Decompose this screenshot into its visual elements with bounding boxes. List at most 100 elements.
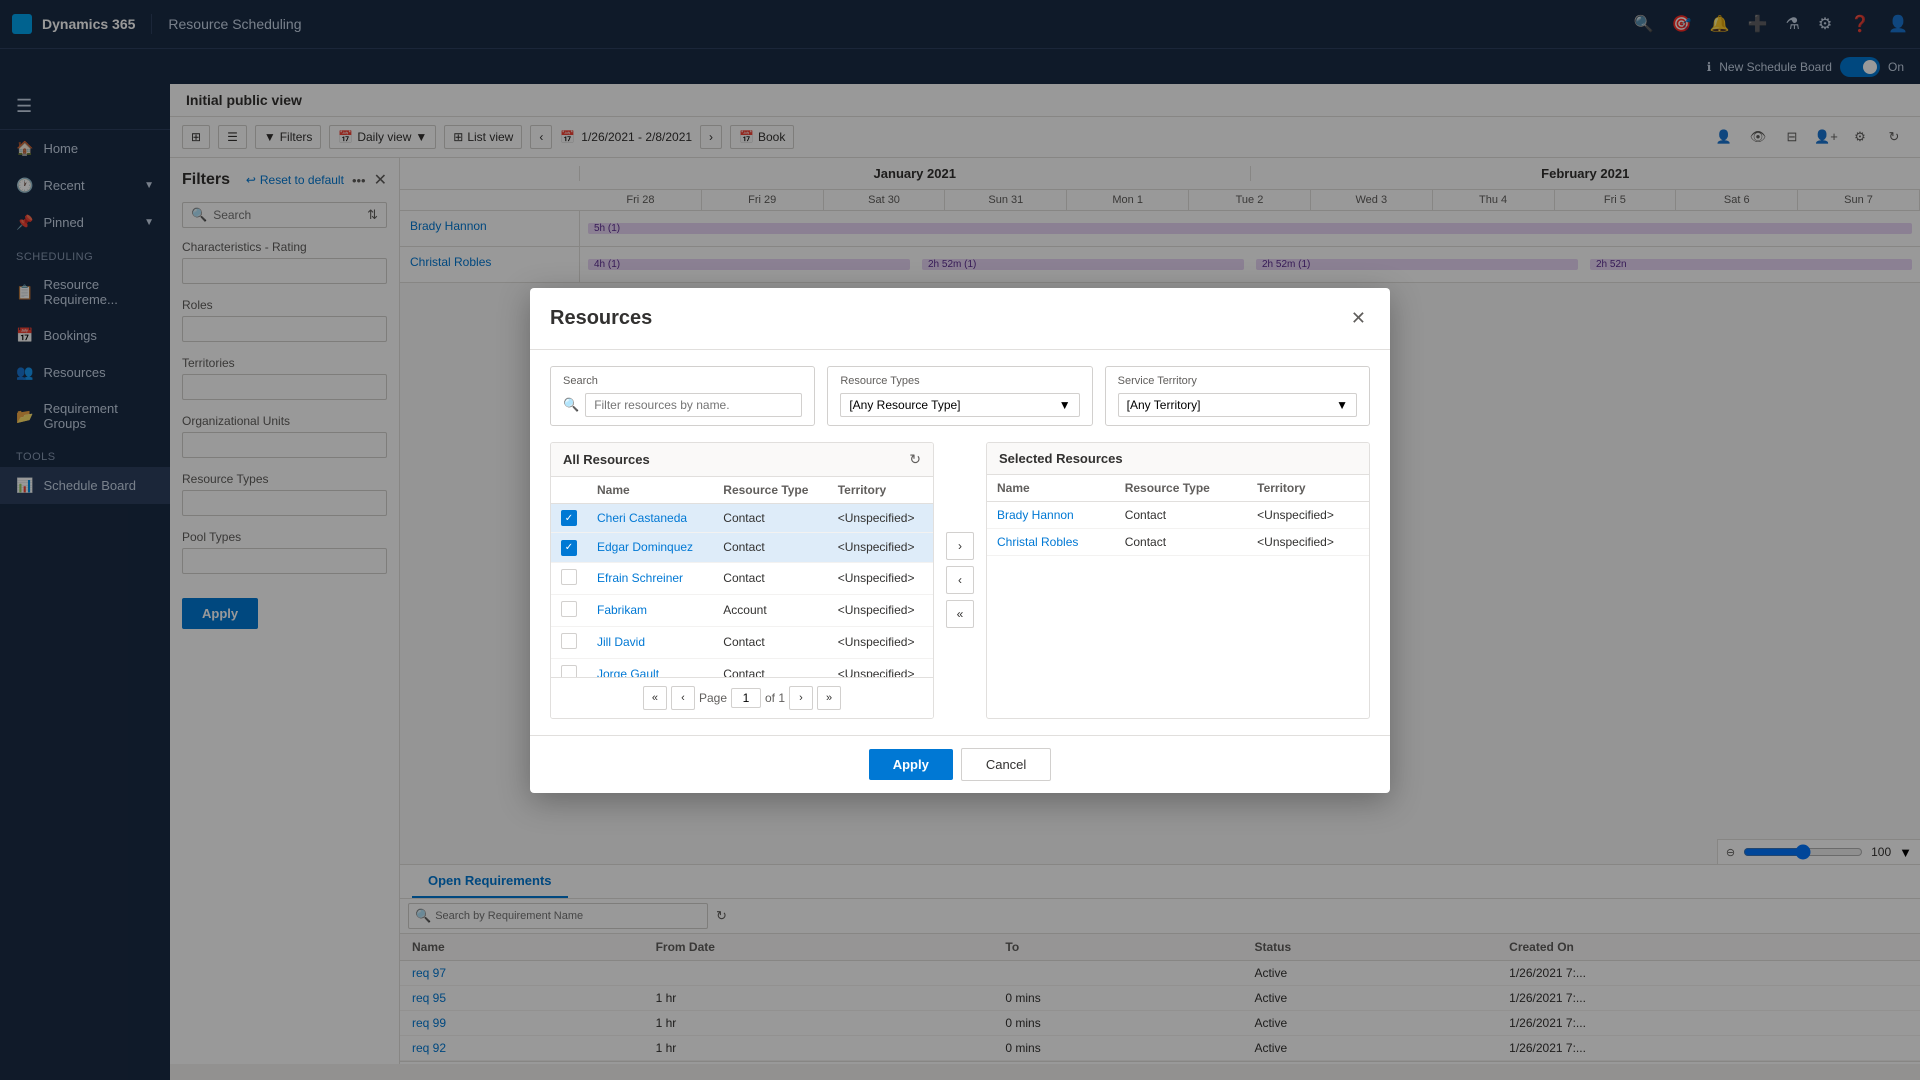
modal-header: Resources ✕ (530, 288, 1390, 350)
table-row: Jorge Gault Contact <Unspecified> (551, 658, 933, 677)
first-page-btn[interactable]: « (643, 686, 667, 710)
modal-footer: Apply Cancel (530, 735, 1390, 793)
modal-resource-types-select[interactable]: [Any Resource Type] ▼ (840, 393, 1079, 417)
checked-icon-2: ✓ (561, 540, 577, 556)
modal-service-territory-select[interactable]: [Any Territory] ▼ (1118, 393, 1357, 417)
resource-link-efrain[interactable]: Efrain Schreiner (597, 571, 683, 585)
col-all-territory: Territory (828, 477, 933, 504)
transfer-buttons: › ‹ « (942, 442, 978, 719)
transfer-left-btn[interactable]: ‹ (946, 566, 974, 594)
all-resources-panel: All Resources ↻ Name Resource Type Terri… (550, 442, 934, 719)
modal-search-label: Search (563, 375, 802, 387)
modal-title: Resources (550, 307, 652, 330)
checkbox-cheri[interactable]: ✓ (551, 503, 587, 533)
resource-link-edgar[interactable]: Edgar Dominquez (597, 540, 693, 554)
checkbox-fabrikam[interactable] (551, 594, 587, 626)
checkbox-edgar[interactable]: ✓ (551, 533, 587, 563)
unchecked-icon-4 (561, 665, 577, 677)
sel-territory-christal: <Unspecified> (1247, 528, 1369, 555)
modal-service-territory-box: Service Territory [Any Territory] ▼ (1105, 366, 1370, 426)
all-resources-pagination: « ‹ Page of 1 › » (551, 677, 933, 718)
territory-jorge: <Unspecified> (828, 658, 933, 677)
unchecked-icon-3 (561, 633, 577, 649)
territory-fabrikam: <Unspecified> (828, 594, 933, 626)
type-fabrikam: Account (713, 594, 827, 626)
page-input[interactable] (731, 688, 761, 708)
all-resources-header: All Resources ↻ (551, 443, 933, 477)
type-efrain: Contact (713, 562, 827, 594)
territory-edgar: <Unspecified> (828, 533, 933, 563)
table-row: Fabrikam Account <Unspecified> (551, 594, 933, 626)
modal-search-input-wrap: 🔍 (563, 393, 802, 417)
all-resources-table: Name Resource Type Territory ✓ (551, 477, 933, 677)
table-row: Christal Robles Contact <Unspecified> (987, 528, 1369, 555)
modal-resource-types-box: Resource Types [Any Resource Type] ▼ (827, 366, 1092, 426)
refresh-all-resources-icon[interactable]: ↻ (909, 451, 921, 468)
checkbox-efrain[interactable] (551, 562, 587, 594)
resource-types-value: [Any Resource Type] (849, 398, 960, 412)
territory-cheri: <Unspecified> (828, 503, 933, 533)
col-sel-type: Resource Type (1115, 475, 1247, 502)
checkbox-jorge[interactable] (551, 658, 587, 677)
all-resources-table-scroll: Name Resource Type Territory ✓ (551, 477, 933, 677)
sel-resource-link-brady[interactable]: Brady Hannon (997, 508, 1074, 522)
type-cheri: Contact (713, 503, 827, 533)
sel-territory-brady: <Unspecified> (1247, 501, 1369, 528)
territory-jill: <Unspecified> (828, 626, 933, 658)
col-checkbox (551, 477, 587, 504)
modal-body: Search 🔍 Resource Types [Any Resource Ty… (530, 350, 1390, 735)
selected-resources-header: Selected Resources (987, 443, 1369, 475)
table-row: ✓ Edgar Dominquez Contact <Unspecified> (551, 533, 933, 563)
resource-link-jill[interactable]: Jill David (597, 635, 645, 649)
transfer-all-left-btn[interactable]: « (946, 600, 974, 628)
modal-close-btn[interactable]: ✕ (1347, 304, 1370, 333)
checked-icon: ✓ (561, 510, 577, 526)
prev-page-btn[interactable]: ‹ (671, 686, 695, 710)
resources-list-area: All Resources ↻ Name Resource Type Terri… (550, 442, 1370, 719)
sel-type-brady: Contact (1115, 501, 1247, 528)
chevron-down-territory: ▼ (1336, 398, 1348, 412)
last-page-btn[interactable]: » (817, 686, 841, 710)
table-row: Jill David Contact <Unspecified> (551, 626, 933, 658)
selected-resources-table-scroll: Name Resource Type Territory Brady Hanno… (987, 475, 1369, 556)
table-row: Efrain Schreiner Contact <Unspecified> (551, 562, 933, 594)
col-all-type: Resource Type (713, 477, 827, 504)
unchecked-icon (561, 569, 577, 585)
of-pages-label: of 1 (765, 691, 785, 705)
col-sel-name: Name (987, 475, 1115, 502)
territory-efrain: <Unspecified> (828, 562, 933, 594)
selected-resources-panel: Selected Resources Name Resource Type Te… (986, 442, 1370, 719)
resource-link-cheri[interactable]: Cheri Castaneda (597, 511, 687, 525)
modal-search-box: Search 🔍 (550, 366, 815, 426)
territory-value: [Any Territory] (1127, 398, 1201, 412)
type-jill: Contact (713, 626, 827, 658)
chevron-down-res-types: ▼ (1059, 398, 1071, 412)
col-sel-territory: Territory (1247, 475, 1369, 502)
selected-resources-title: Selected Resources (999, 451, 1123, 466)
table-row: ✓ Cheri Castaneda Contact <Unspecified> (551, 503, 933, 533)
search-icon-modal: 🔍 (563, 397, 579, 413)
type-jorge: Contact (713, 658, 827, 677)
modal-service-territory-label: Service Territory (1118, 375, 1357, 387)
transfer-right-btn[interactable]: › (946, 532, 974, 560)
sel-resource-link-christal[interactable]: Christal Robles (997, 535, 1078, 549)
table-row: Brady Hannon Contact <Unspecified> (987, 501, 1369, 528)
modal-cancel-btn[interactable]: Cancel (961, 748, 1051, 781)
modal-apply-btn[interactable]: Apply (869, 749, 953, 780)
selected-resources-table: Name Resource Type Territory Brady Hanno… (987, 475, 1369, 556)
resource-link-fabrikam[interactable]: Fabrikam (597, 603, 647, 617)
sel-type-christal: Contact (1115, 528, 1247, 555)
next-page-btn[interactable]: › (789, 686, 813, 710)
modal-filter-row: Search 🔍 Resource Types [Any Resource Ty… (550, 366, 1370, 426)
type-edgar: Contact (713, 533, 827, 563)
page-label: Page (699, 691, 727, 705)
resources-modal: Resources ✕ Search 🔍 Resource Types (530, 288, 1390, 793)
all-resources-title: All Resources (563, 452, 650, 467)
modal-overlay: Resources ✕ Search 🔍 Resource Types (0, 0, 1920, 1080)
checkbox-jill[interactable] (551, 626, 587, 658)
modal-resource-types-label: Resource Types (840, 375, 1079, 387)
unchecked-icon-2 (561, 601, 577, 617)
modal-search-input[interactable] (585, 393, 802, 417)
resource-link-jorge[interactable]: Jorge Gault (597, 667, 659, 677)
col-all-name: Name (587, 477, 713, 504)
